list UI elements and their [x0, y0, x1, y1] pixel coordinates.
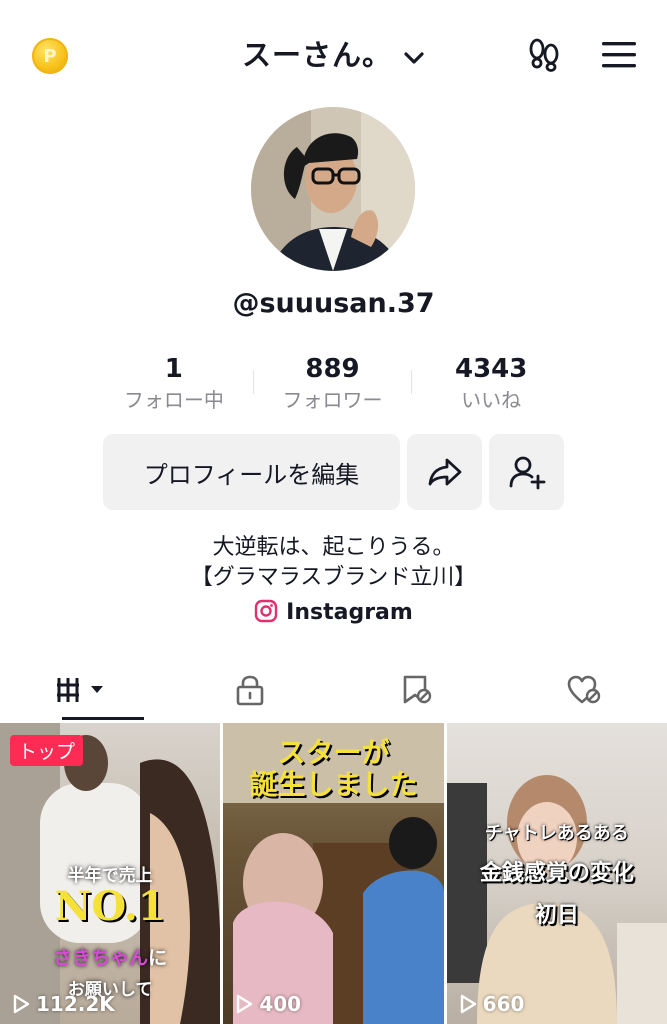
video-thumbnail[interactable]: トップ 半年で売上 NO.1 さきちゃんに お願いして 112.2K — [0, 723, 221, 1024]
bookmark-icon — [403, 675, 432, 704]
play-icon — [460, 994, 476, 1014]
profile-header: P スーさん。 — [0, 0, 667, 100]
likes-count: 4343 — [454, 354, 528, 384]
likes-label: いいね — [461, 388, 522, 412]
followers-label: フォロワー — [282, 388, 383, 412]
view-count-value: 660 — [482, 992, 525, 1016]
share-arrow-icon — [428, 458, 461, 486]
stat-likes[interactable]: 4343 いいね — [412, 352, 570, 416]
view-count-value: 112.2K — [36, 992, 115, 1016]
video-caption: 誕生しました — [249, 768, 418, 801]
username-title: スーさん。 — [241, 38, 392, 72]
video-caption: チャトレあるある — [484, 823, 629, 844]
video-caption: 金銭感覚の変化 — [479, 861, 634, 886]
liked-heart-icon — [567, 675, 600, 704]
chevron-down-icon — [404, 51, 424, 64]
view-count: 400 — [235, 992, 301, 1016]
tab-videos[interactable] — [0, 660, 167, 720]
view-count: 112.2K — [12, 992, 115, 1016]
instagram-label: Instagram — [286, 600, 413, 625]
tab-saved[interactable] — [334, 660, 501, 720]
videos-grid-icon — [57, 678, 104, 702]
video-caption-tail: に — [148, 947, 168, 969]
following-count: 1 — [164, 354, 183, 384]
video-caption: さきちゃんに — [0, 943, 220, 970]
stat-following[interactable]: 1 フォロー中 — [95, 352, 253, 416]
top-badge: トップ — [10, 735, 84, 766]
video-caption: 初日 — [534, 903, 579, 928]
account-switcher[interactable]: スーさん。 — [0, 32, 667, 74]
profile-handle: @suuusan.37 — [232, 288, 435, 319]
share-profile-button[interactable] — [407, 434, 482, 510]
play-icon — [13, 994, 30, 1014]
add-friend-button[interactable] — [489, 434, 564, 510]
bio-line: 【グラマラスブランド立川】 — [190, 565, 477, 590]
stat-followers[interactable]: 889 フォロワー — [254, 352, 412, 416]
add-user-icon — [509, 456, 545, 490]
instagram-icon — [254, 599, 278, 623]
video-caption-pink: さきちゃん — [53, 947, 149, 969]
menu-icon[interactable] — [601, 40, 637, 70]
tab-private[interactable] — [167, 660, 334, 720]
profile-stats: 1 フォロー中 889 フォロワー 4343 いいね — [95, 352, 570, 416]
play-icon — [237, 994, 253, 1014]
followers-count: 889 — [305, 354, 360, 384]
lock-icon — [236, 675, 264, 706]
instagram-link[interactable]: Instagram — [0, 599, 667, 625]
view-count-value: 400 — [259, 992, 302, 1016]
view-count: 660 — [459, 992, 525, 1016]
video-grid: トップ 半年で売上 NO.1 さきちゃんに お願いして 112.2K スターが … — [0, 723, 667, 1024]
footprints-icon[interactable] — [526, 36, 562, 72]
following-label: フォロー中 — [123, 388, 224, 412]
video-caption: NO.1 — [54, 883, 166, 930]
video-thumbnail[interactable]: スターが 誕生しました 400 — [223, 723, 444, 1024]
profile-tabs — [0, 660, 667, 720]
edit-profile-button[interactable]: プロフィールを編集 — [103, 434, 400, 510]
profile-bio: 大逆転は、起こりうる。 【グラマラスブランド立川】 — [0, 533, 667, 593]
avatar[interactable] — [251, 107, 415, 271]
bio-line: 大逆転は、起こりうる。 — [212, 535, 455, 560]
tab-liked[interactable] — [500, 660, 667, 720]
video-thumbnail[interactable]: チャトレあるある 金銭感覚の変化 初日 660 — [446, 723, 667, 1024]
